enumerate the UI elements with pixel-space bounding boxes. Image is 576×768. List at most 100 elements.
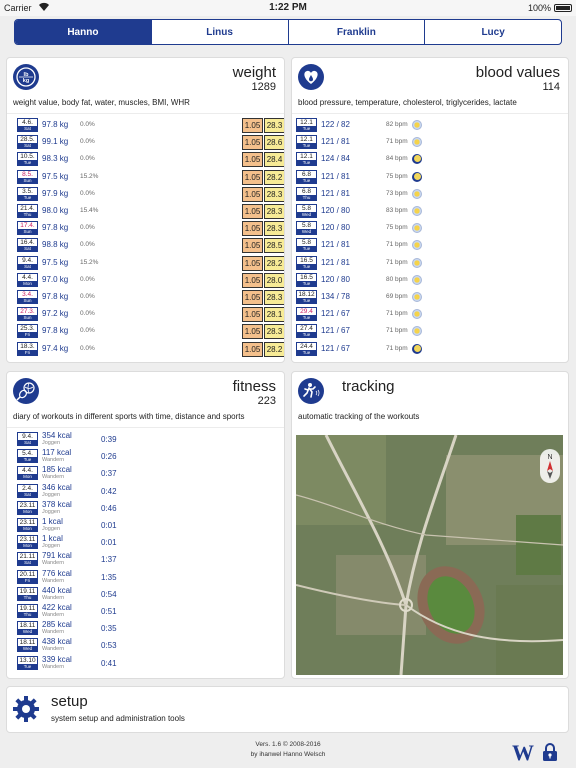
- date-text: 13.10: [19, 656, 36, 664]
- moon-icon: [412, 171, 422, 182]
- workout-row[interactable]: 20.11 Fri 776 kcal Wandern 1:35: [17, 569, 278, 586]
- date-badge: 3.4. Sun: [17, 290, 38, 304]
- tab-franklin[interactable]: Franklin: [287, 20, 425, 44]
- weight-row[interactable]: 28.5. Sat 99.1 kg 0.0% 1.05 28.6: [17, 134, 284, 151]
- blood-row[interactable]: 16.5 Tue 120 / 80 80 bpm: [296, 272, 562, 289]
- blood-pressure-value: 124 / 84: [321, 154, 350, 164]
- workout-row[interactable]: 13.10 Tue 339 kcal Wandern 0:41: [17, 655, 278, 672]
- workout-row[interactable]: 18.11 Wed 285 kcal Wandern 0:35: [17, 620, 278, 637]
- whr-value: 1.05: [242, 135, 263, 151]
- body-fat-value: 0.0%: [80, 138, 95, 146]
- sport-name: Wandern: [42, 594, 65, 601]
- body-fat-value: 0.0%: [80, 189, 95, 197]
- blood-values-count: 114: [542, 81, 560, 93]
- weekday-text: Fri: [18, 349, 37, 356]
- blood-row[interactable]: 16.5 Tue 121 / 81 71 bpm: [296, 255, 562, 272]
- whr-value: 1.05: [242, 324, 263, 340]
- blood-row[interactable]: 24.4 Tue 121 / 67 71 bpm: [296, 341, 562, 358]
- blood-row[interactable]: 12.1 Tue 121 / 81 71 bpm: [296, 134, 562, 151]
- fitness-panel[interactable]: fitness 223 diary of workouts in differe…: [6, 371, 285, 679]
- lock-icon[interactable]: [542, 742, 558, 767]
- date-badge: 29.4 Tue: [296, 307, 317, 322]
- weight-row[interactable]: 8.5. Sun 97.5 kg 15.2% 1.05 28.2: [17, 169, 284, 186]
- weight-row[interactable]: 3.5. Tue 97.9 kg 0.0% 1.05 28.3: [17, 186, 284, 203]
- weight-row[interactable]: 18.3. Fri 97.4 kg 0.0% 1.05 28.2: [17, 341, 284, 358]
- blood-row[interactable]: 5.8 Tue 121 / 81 71 bpm: [296, 237, 562, 254]
- setup-description: system setup and administration tools: [51, 714, 185, 723]
- tracking-description: automatic tracking of the workouts: [298, 412, 420, 421]
- blood-row[interactable]: 6.8 Tue 121 / 81 75 bpm: [296, 169, 562, 186]
- weight-title: weight: [232, 64, 276, 81]
- blood-row[interactable]: 5.8 Wed 120 / 80 83 bpm: [296, 203, 562, 220]
- workout-row[interactable]: 21.11 Sat 791 kcal Wandern 1:37: [17, 551, 278, 568]
- weekday-text: Sat: [18, 560, 37, 567]
- weight-row[interactable]: 9.4. Sat 97.5 kg 15.2% 1.05 28.2: [17, 255, 284, 272]
- weight-row[interactable]: 4.4. Mon 97.0 kg 0.0% 1.05 28.0: [17, 272, 284, 289]
- weekday-text: Fri: [18, 577, 37, 584]
- blood-row[interactable]: 12.1 Tue 122 / 82 82 bpm: [296, 117, 562, 134]
- workout-row[interactable]: 4.4. Mon 185 kcal Wandern 0:37: [17, 465, 278, 482]
- sport-name: Wandern: [42, 612, 65, 618]
- date-text: 18.11: [19, 639, 36, 647]
- aerial-map[interactable]: N: [296, 435, 563, 675]
- weight-row[interactable]: 4.6. Sat 97.8 kg 0.0% 1.05 28.3: [17, 117, 284, 134]
- weight-value: 97.2 kg: [42, 309, 69, 319]
- tab-hanno[interactable]: Hanno: [15, 20, 151, 44]
- workout-row[interactable]: 5.4. Tue 117 kcal Wandern 0:26: [17, 448, 278, 465]
- weight-value: 97.5 kg: [42, 257, 69, 267]
- workout-row[interactable]: 19.11 Thu 440 kcal Wandern 0:54: [17, 586, 278, 603]
- w-logo[interactable]: W: [512, 740, 534, 766]
- blood-row[interactable]: 29.4 Tue 121 / 67 71 bpm: [296, 306, 562, 323]
- date-badge: 5.8 Wed: [296, 221, 317, 236]
- moon-icon: [412, 343, 422, 354]
- date-badge: 9.4. Sat: [17, 432, 38, 446]
- workout-row[interactable]: 18.11 Wed 438 kcal Wandern 0:53: [17, 637, 278, 654]
- workout-row[interactable]: 23.11 Mon 378 kcal Joggen 0:46: [17, 500, 278, 517]
- weight-row[interactable]: 3.4. Sun 97.8 kg 0.0% 1.05 28.3: [17, 289, 284, 306]
- date-text: 27.4: [300, 325, 313, 333]
- weight-row[interactable]: 17.4. Sun 97.8 kg 0.0% 1.05 28.3: [17, 220, 284, 237]
- workout-row[interactable]: 9.4. Sat 354 kcal Joggen 0:39: [17, 431, 278, 448]
- blood-row[interactable]: 5.8 Wed 120 / 80 75 bpm: [296, 220, 562, 237]
- tab-linus[interactable]: Linus: [150, 20, 288, 44]
- date-badge: 4.4. Mon: [17, 272, 38, 287]
- workout-row[interactable]: 23.11 Mon 1 kcal Joggen 0:01: [17, 534, 278, 551]
- weight-row[interactable]: 21.4. Thu 98.0 kg 15.4% 1.05 28.3: [17, 203, 284, 220]
- tracking-panel[interactable]: tracking automatic tracking of the worko…: [291, 371, 569, 679]
- blood-row[interactable]: 6.8 Thu 121 / 81 73 bpm: [296, 186, 562, 203]
- weight-row[interactable]: 10.5. Tue 98.3 kg 0.0% 1.05 28.4: [17, 151, 284, 168]
- date-text: 16.4.: [20, 239, 35, 247]
- weight-row[interactable]: 27.3. Sun 97.2 kg 0.0% 1.05 28.1: [17, 306, 284, 323]
- workout-row[interactable]: 19.11 Thu 422 kcal Wandern 0:51: [17, 603, 278, 620]
- tab-lucy[interactable]: Lucy: [424, 20, 561, 44]
- blood-pressure-value: 121 / 67: [321, 343, 350, 353]
- workout-row[interactable]: 23.11 Mon 1 kcal Joggen 0:01: [17, 517, 278, 534]
- weight-panel[interactable]: lb kg weight 1289 weight value, body fat…: [6, 57, 285, 363]
- whr-value: 1.05: [242, 272, 263, 288]
- blood-row[interactable]: 12.1 Tue 124 / 84 84 bpm: [296, 151, 562, 168]
- bmi-value: 28.4: [264, 152, 284, 168]
- weekday-text: Thu: [18, 212, 37, 218]
- duration-value: 0:46: [101, 503, 117, 513]
- sport-name: Joggen: [42, 526, 61, 532]
- blood-row[interactable]: 27.4 Tue 121 / 67 71 bpm: [296, 323, 562, 340]
- blood-values-panel[interactable]: blood values 114 blood pressure, tempera…: [291, 57, 569, 363]
- sport-name: Wandern: [42, 474, 65, 481]
- bmi-value: 28.0: [264, 272, 284, 288]
- pulse-value: 71 bpm: [386, 344, 408, 352]
- compass-icon[interactable]: N: [540, 449, 560, 483]
- setup-panel[interactable]: setup system setup and administration to…: [6, 686, 569, 733]
- blood-row[interactable]: 18.12 Tue 134 / 78 69 bpm: [296, 289, 562, 306]
- date-text: 19.11: [19, 605, 36, 612]
- weight-row[interactable]: 16.4. Sat 98.8 kg 0.0% 1.05 28.5: [17, 237, 284, 254]
- weight-row[interactable]: 25.3. Fri 97.8 kg 0.0% 1.05 28.3: [17, 323, 284, 340]
- user-segmented-control: Hanno Linus Franklin Lucy: [14, 19, 562, 45]
- pulse-value: 71 bpm: [386, 327, 408, 335]
- workout-row[interactable]: 2.4. Sat 346 kcal Joggen 0:42: [17, 483, 278, 500]
- blood-pressure-value: 121 / 81: [321, 137, 350, 147]
- date-badge: 8.5. Sun: [17, 169, 38, 184]
- date-text: 21.11: [19, 553, 36, 561]
- sun-icon: [412, 326, 422, 337]
- body-fat-value: 0.0%: [80, 310, 95, 318]
- date-badge: 20.11 Fri: [17, 569, 38, 584]
